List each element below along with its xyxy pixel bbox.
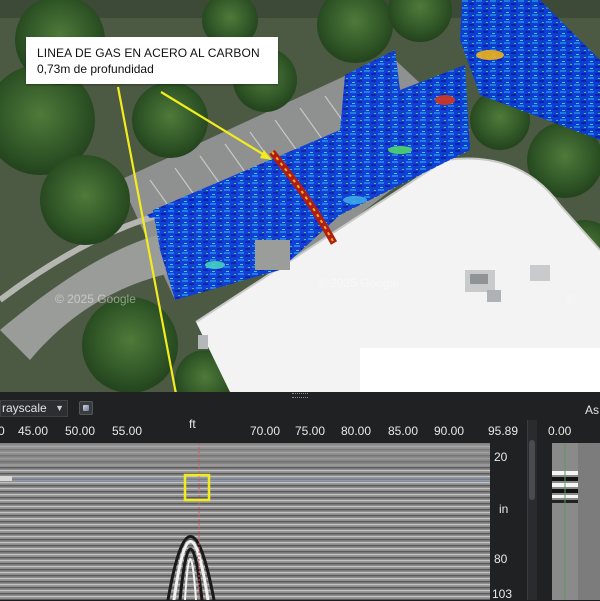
side-scrollbar[interactable] (527, 420, 537, 600)
side-panel-value: 0.00 (548, 424, 572, 438)
callout-title: LINEA DE GAS EN ACERO AL CARBON (37, 46, 260, 60)
chevron-down-icon: ▼ (55, 403, 64, 413)
toolbar-right-label: As (585, 403, 600, 417)
radargram-image (0, 443, 490, 600)
ruler-tick: 80.00 (341, 424, 372, 438)
callout-depth: 0,73m de profundidad (37, 62, 154, 76)
map-watermark: © (566, 292, 575, 306)
scrollbar-thumb[interactable] (529, 440, 535, 500)
depth-scale: 20 in 80 103 (490, 443, 524, 601)
ruler-tick: 90.00 (434, 424, 465, 438)
ruler-tick: 95.89 (488, 424, 519, 438)
radargram-viewer: rayscale ▼ As 0 45.00 50.00 55.00 70.00 … (0, 392, 600, 601)
annotation-callout: LINEA DE GAS EN ACERO AL CARBON 0,73m de… (26, 37, 278, 84)
radargram-canvas[interactable] (0, 443, 490, 600)
side-trace-image (552, 443, 600, 600)
ruler-tick: 0 (0, 424, 5, 438)
aerial-map: © 2025 Google © 2025 Google © LINEA DE G… (0, 0, 600, 392)
palette-swatch-icon[interactable] (79, 401, 93, 415)
distance-unit: ft (189, 417, 196, 431)
palette-select-value: rayscale (2, 401, 47, 415)
side-trace-panel (552, 443, 600, 600)
depth-unit: in (499, 502, 509, 516)
map-watermark: © 2025 Google (55, 292, 136, 306)
ruler-tick: 50.00 (65, 424, 96, 438)
ruler-tick: 75.00 (295, 424, 326, 438)
depth-tick: 80 (494, 552, 508, 566)
map-watermark: © 2025 Google (318, 276, 399, 290)
depth-tick: 20 (494, 450, 508, 464)
ruler-tick: 85.00 (388, 424, 419, 438)
viewer-toolbar: rayscale ▼ As (0, 392, 600, 422)
ruler-tick: 45.00 (18, 424, 49, 438)
color-palette-select[interactable]: rayscale ▼ (0, 400, 68, 417)
ruler-tick: 55.00 (112, 424, 143, 438)
distance-ruler: 0 45.00 50.00 55.00 70.00 75.00 80.00 85… (0, 422, 518, 443)
depth-tick: 103 (492, 587, 513, 601)
ruler-tick: 70.00 (250, 424, 281, 438)
